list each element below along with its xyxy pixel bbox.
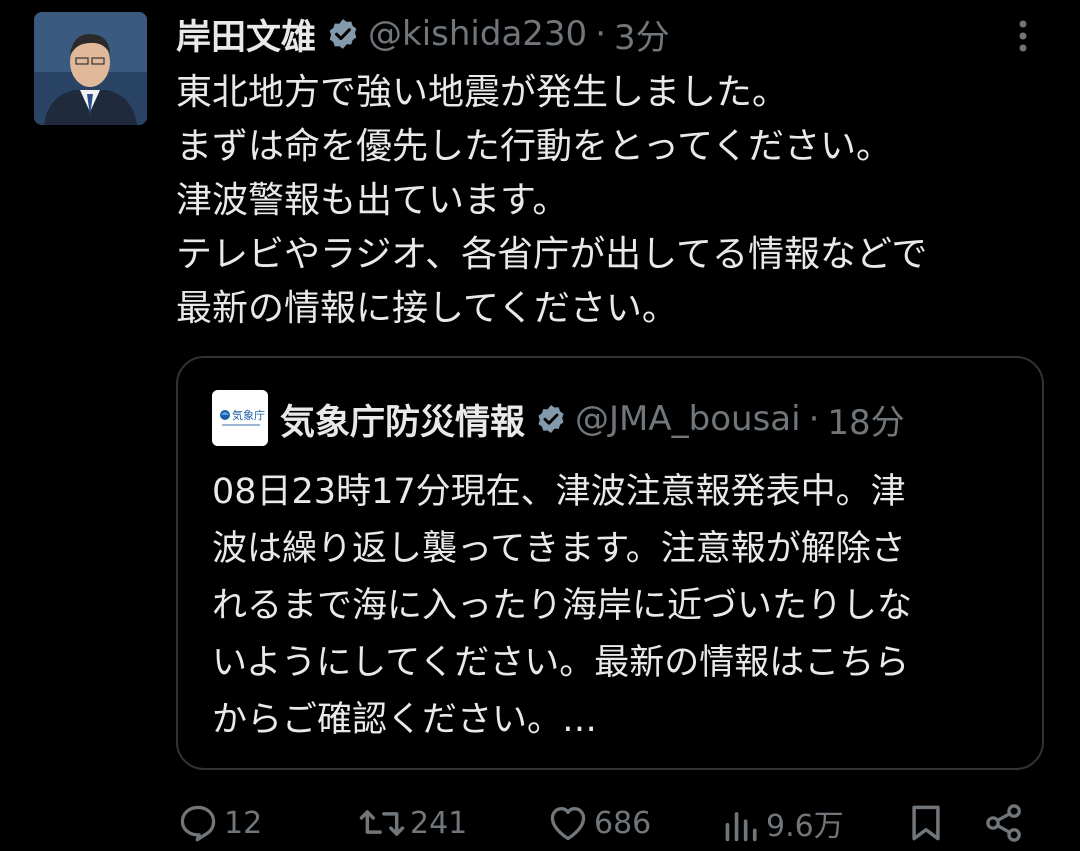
quoted-author-name[interactable]: 気象庁防災情報 xyxy=(280,394,525,445)
views-icon xyxy=(725,812,757,842)
quoted-author-handle[interactable]: @JMA_bousai xyxy=(575,399,801,439)
header-separator: · xyxy=(808,399,820,439)
tweet-timestamp[interactable]: 3分 xyxy=(614,10,670,59)
reply-icon xyxy=(180,805,216,842)
action-bar: 12 241 686 9.6万 xyxy=(0,796,1080,850)
view-count: 9.6万 xyxy=(766,809,844,844)
bookmark-button[interactable] xyxy=(904,796,948,850)
tweet-header: 岸田文雄 @kishida230 · 3分 xyxy=(176,8,670,60)
quoted-author-avatar[interactable]: 気象庁 xyxy=(212,390,268,446)
verified-badge-icon xyxy=(326,17,360,51)
quoted-tweet[interactable]: 気象庁 気象庁防災情報 @JMA_bousai · 18分 08日23時17分現… xyxy=(176,356,1044,770)
like-count: 686 xyxy=(594,805,652,841)
header-separator: · xyxy=(595,14,606,54)
author-handle[interactable]: @kishida230 xyxy=(368,14,587,54)
like-button[interactable]: 686 xyxy=(546,796,651,850)
share-icon xyxy=(986,804,1021,842)
verified-badge-icon xyxy=(535,403,567,435)
quoted-line: いようにしてください。最新の情報はこちら xyxy=(212,643,910,683)
tweet-line: テレビやラジオ、各省庁が出してる情報などで xyxy=(176,234,928,275)
share-button[interactable] xyxy=(982,796,1026,850)
tweet-line: まずは命を優先した行動をとってください。 xyxy=(176,126,893,167)
retweet-count: 241 xyxy=(410,805,468,841)
quoted-line: からご確認ください。… xyxy=(212,700,598,740)
quoted-header: 気象庁防災情報 @JMA_bousai · 18分 xyxy=(280,392,905,446)
quoted-line: 波は繰り返し襲ってきます。注意報が解除さ xyxy=(212,529,906,569)
avatar-photo xyxy=(34,12,147,125)
quoted-line: れるまで海に入ったり海岸に近づいたりしな xyxy=(212,586,913,626)
jma-logo-icon: 気象庁 xyxy=(212,390,268,446)
quoted-timestamp[interactable]: 18分 xyxy=(827,395,904,444)
tweet-text: 東北地方で強い地震が発生しました。 まずは命を優先した行動をとってください。 津… xyxy=(176,66,1056,336)
tweet-line: 津波警報も出ています。 xyxy=(176,180,569,221)
views-button[interactable]: 9.6万 xyxy=(722,796,844,850)
quoted-text: 08日23時17分現在、津波注意報発表中。津 波は繰り返し襲ってきます。注意報が… xyxy=(212,464,1032,749)
jma-logo-text: 気象庁 xyxy=(232,408,265,422)
reply-button[interactable]: 12 xyxy=(176,796,262,850)
retweet-button[interactable]: 241 xyxy=(358,796,467,850)
retweet-icon xyxy=(359,810,405,836)
more-options-icon[interactable] xyxy=(1006,16,1040,56)
reply-count: 12 xyxy=(224,805,263,841)
quoted-line: 08日23時17分現在、津波注意報発表中。津 xyxy=(212,472,906,512)
tweet-line: 東北地方で強い地震が発生しました。 xyxy=(176,72,789,113)
bookmark-icon xyxy=(912,805,940,841)
author-avatar[interactable] xyxy=(34,12,147,125)
tweet-line: 最新の情報に接してください。 xyxy=(176,288,678,329)
heart-icon xyxy=(550,807,586,841)
author-name[interactable]: 岸田文雄 xyxy=(176,9,316,60)
